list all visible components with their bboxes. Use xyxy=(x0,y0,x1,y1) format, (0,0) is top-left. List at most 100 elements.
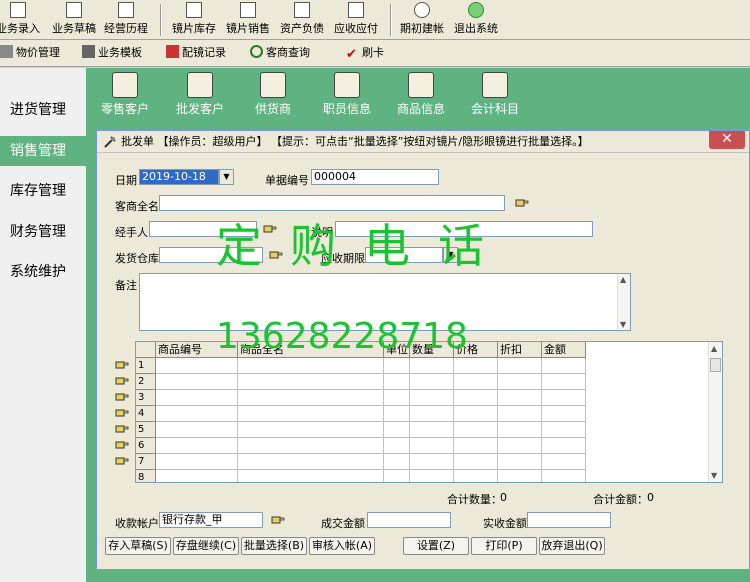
date-input[interactable]: 2019-10-18 xyxy=(139,169,219,185)
row-number[interactable]: 7 xyxy=(136,454,156,470)
grid-cell[interactable] xyxy=(498,358,542,374)
column-header-amount[interactable]: 金额 xyxy=(542,342,586,358)
grid-cell[interactable] xyxy=(454,454,498,470)
close-button[interactable]: ✕ xyxy=(709,131,745,149)
memo-scrollbar[interactable]: ▲ ▼ xyxy=(617,274,630,330)
grid-cell[interactable] xyxy=(498,390,542,406)
audit-post-button[interactable]: 审核入帐(A) xyxy=(309,537,375,555)
grid-cell[interactable] xyxy=(156,390,238,406)
module-wholesale-customer[interactable]: 批发客户 xyxy=(165,72,235,117)
grid-cell[interactable] xyxy=(156,374,238,390)
grid-cell[interactable] xyxy=(454,438,498,454)
column-header-unit[interactable]: 单位 xyxy=(384,342,410,358)
pointing-hand-icon[interactable] xyxy=(115,376,129,386)
customer-input[interactable] xyxy=(159,195,505,211)
exit-system-button[interactable]: 退出系统 xyxy=(452,2,500,38)
module-retail-customer[interactable]: 零售客户 xyxy=(90,72,160,117)
grid-cell[interactable] xyxy=(454,406,498,422)
grid-cell[interactable] xyxy=(542,454,586,470)
nav-sales-management[interactable]: 销售管理 xyxy=(0,136,86,166)
nav-inventory-management[interactable]: 库存管理 xyxy=(0,176,86,206)
grid-cell[interactable] xyxy=(498,470,542,482)
grid-cell[interactable] xyxy=(238,358,384,374)
desc-input[interactable] xyxy=(335,221,593,237)
grid-cell[interactable] xyxy=(542,390,586,406)
pointing-hand-icon[interactable] xyxy=(115,440,129,450)
deal-amount-input[interactable] xyxy=(367,512,451,528)
grid-cell[interactable] xyxy=(542,422,586,438)
business-entry-button[interactable]: 业务录入 xyxy=(0,2,42,38)
grid-cell[interactable] xyxy=(498,406,542,422)
receivable-payable-button[interactable]: 应收应付 xyxy=(332,2,380,38)
pointing-hand-icon[interactable] xyxy=(271,515,285,525)
column-header-quantity[interactable]: 数量 xyxy=(410,342,454,358)
pointing-hand-icon[interactable] xyxy=(115,456,129,466)
module-accounting-subjects[interactable]: 会计科目 xyxy=(460,72,530,117)
grid-cell[interactable] xyxy=(156,438,238,454)
column-header-product-code[interactable]: 商品编号 xyxy=(156,342,238,358)
save-draft-button[interactable]: 存入草稿(S) xyxy=(105,537,171,555)
grid-cell[interactable] xyxy=(498,422,542,438)
pointing-hand-icon[interactable] xyxy=(115,360,129,370)
opening-account-button[interactable]: 期初建帐 xyxy=(398,2,446,38)
grid-cell[interactable] xyxy=(542,374,586,390)
grid-cell[interactable] xyxy=(238,406,384,422)
save-continue-button[interactable]: 存盘继续(C) xyxy=(173,537,239,555)
grid-cell[interactable] xyxy=(156,454,238,470)
business-history-button[interactable]: 经营历程 xyxy=(102,2,150,38)
grid-cell[interactable] xyxy=(410,406,454,422)
grid-cell[interactable] xyxy=(498,438,542,454)
print-button[interactable]: 打印(P) xyxy=(471,537,537,555)
pointing-hand-icon[interactable] xyxy=(269,250,283,260)
row-number[interactable]: 1 xyxy=(136,358,156,374)
grid-cell[interactable] xyxy=(410,470,454,482)
grid-cell[interactable] xyxy=(238,470,384,482)
product-grid[interactable]: 商品编号 商品全名 单位 数量 价格 折扣 金额 12345678 ▲ ▼ xyxy=(135,341,723,483)
grid-cell[interactable] xyxy=(542,438,586,454)
module-product-info[interactable]: 商品信息 xyxy=(386,72,456,117)
glasses-record-button[interactable]: 配镜记录 xyxy=(166,45,226,63)
row-number[interactable]: 2 xyxy=(136,374,156,390)
pointing-hand-icon[interactable] xyxy=(115,408,129,418)
grid-cell[interactable] xyxy=(542,406,586,422)
grid-cell[interactable] xyxy=(238,454,384,470)
lens-inventory-button[interactable]: 镜片库存 xyxy=(170,2,218,38)
grid-cell[interactable] xyxy=(156,470,238,482)
grid-cell[interactable] xyxy=(410,454,454,470)
grid-cell[interactable] xyxy=(454,470,498,482)
nav-system-maintenance[interactable]: 系统维护 xyxy=(0,257,86,287)
grid-scrollbar[interactable]: ▲ ▼ xyxy=(708,342,722,482)
nav-finance-management[interactable]: 财务管理 xyxy=(0,217,86,247)
handler-input[interactable] xyxy=(149,221,257,237)
grid-cell[interactable] xyxy=(384,406,410,422)
column-header-discount[interactable]: 折扣 xyxy=(498,342,542,358)
grid-cell[interactable] xyxy=(384,438,410,454)
grid-cell[interactable] xyxy=(454,390,498,406)
dialog-titlebar[interactable]: 批发单 【操作员：超级用户】 【提示：可点击“批量选择”按纽对镜片/隐形眼镜进行… xyxy=(97,131,749,153)
memo-textarea[interactable] xyxy=(139,273,631,331)
date-dropdown-button[interactable]: ▼ xyxy=(219,169,234,185)
module-supplier[interactable]: 供货商 xyxy=(238,72,308,117)
grid-cell[interactable] xyxy=(384,374,410,390)
grid-cell[interactable] xyxy=(454,374,498,390)
grid-cell[interactable] xyxy=(410,390,454,406)
balance-sheet-button[interactable]: 资产负债 xyxy=(278,2,326,38)
grid-cell[interactable] xyxy=(384,422,410,438)
grid-cell[interactable] xyxy=(238,438,384,454)
price-management-button[interactable]: 物价管理 xyxy=(0,45,60,63)
pointing-hand-icon[interactable] xyxy=(263,224,277,234)
customer-query-button[interactable]: 客商查询 xyxy=(250,45,310,63)
grid-cell[interactable] xyxy=(384,358,410,374)
pointing-hand-icon[interactable] xyxy=(115,424,129,434)
batch-select-button[interactable]: 批量选择(B) xyxy=(241,537,307,555)
module-staff-info[interactable]: 职员信息 xyxy=(312,72,382,117)
due-dropdown-button[interactable]: ▼ xyxy=(443,247,458,263)
grid-cell[interactable] xyxy=(454,358,498,374)
grid-cell[interactable] xyxy=(542,470,586,482)
pointing-hand-icon[interactable] xyxy=(515,198,529,208)
scroll-thumb[interactable] xyxy=(710,358,721,372)
grid-cell[interactable] xyxy=(410,358,454,374)
row-number[interactable]: 3 xyxy=(136,390,156,406)
grid-cell[interactable] xyxy=(238,374,384,390)
grid-cell[interactable] xyxy=(410,374,454,390)
